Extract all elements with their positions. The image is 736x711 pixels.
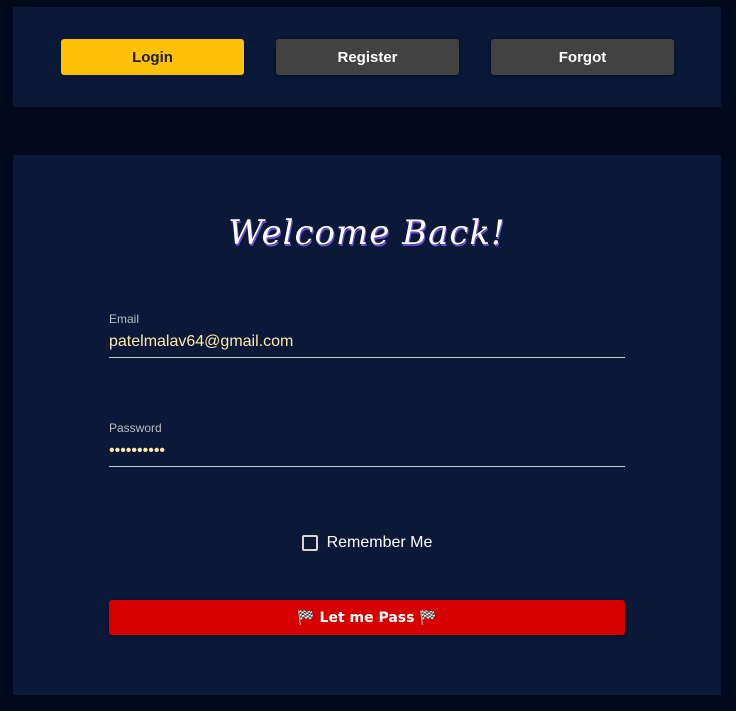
login-form-panel: Welcome Back! Email Password Remember Me… [13, 155, 721, 695]
remember-me-row[interactable]: Remember Me [13, 534, 721, 552]
remember-me-checkbox[interactable] [301, 535, 318, 551]
page-title: Welcome Back! [228, 213, 506, 253]
nav-panel: Login Register Forgot [13, 7, 721, 107]
tab-forgot[interactable]: Forgot [491, 39, 674, 75]
tab-register[interactable]: Register [276, 39, 459, 75]
password-field[interactable] [109, 437, 625, 467]
email-field[interactable] [109, 328, 625, 358]
tab-login[interactable]: Login [61, 39, 244, 75]
email-field-group: Email [109, 312, 625, 358]
submit-button[interactable]: 🏁 Let me Pass 🏁 [109, 600, 625, 635]
password-field-group: Password [109, 421, 625, 467]
password-label: Password [109, 421, 162, 435]
remember-me-label: Remember Me [326, 534, 433, 551]
email-label: Email [109, 312, 140, 326]
